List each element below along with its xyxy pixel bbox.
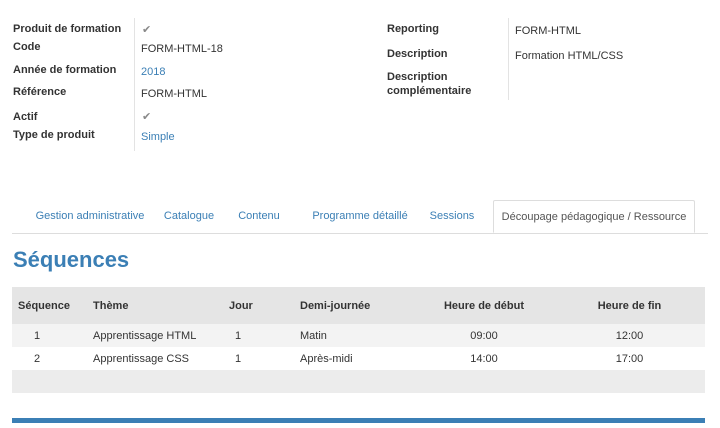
cell-heure-fin: 17:00 [554,347,705,370]
tab-gestion-administrative[interactable]: Gestion administrative [20,200,160,233]
description-label: Description [387,48,448,60]
tab-programme-detaille[interactable]: Programme détaillé [305,200,415,233]
cell-heure-debut: 09:00 [414,324,554,347]
bottom-accent-bar [12,418,705,423]
sequences-table: Séquence Thème Jour Demi-journée Heure d… [12,287,705,393]
col-header-sequence[interactable]: Séquence [12,287,87,324]
reference-label: Référence [13,86,67,98]
type-produit-label: Type de produit [13,129,95,141]
section-title: Séquences [13,247,130,272]
cell-theme: Apprentissage HTML [87,324,223,347]
table-row[interactable]: 2 Apprentissage CSS 1 Après-midi 14:00 1… [12,347,705,370]
actif-label: Actif [13,111,38,123]
cell-jour: 1 [223,347,294,370]
annee-formation-link[interactable]: 2018 [141,65,165,79]
col-header-heure-debut[interactable]: Heure de début [414,287,554,324]
cell-sequence: 2 [12,347,87,370]
col-header-jour[interactable]: Jour [223,287,294,324]
empty-cell [12,370,705,393]
reference-value: FORM-HTML [141,88,207,100]
code-label: Code [13,41,41,53]
produit-formation-label: Produit de formation [13,23,122,35]
cell-demi-journee: Matin [294,324,414,347]
tab-sessions[interactable]: Sessions [422,200,482,233]
cell-demi-journee: Après-midi [294,347,414,370]
cell-sequence: 1 [12,324,87,347]
cell-heure-debut: 14:00 [414,347,554,370]
type-produit-link[interactable]: Simple [141,130,175,144]
table-empty-row [12,370,705,393]
description-complementaire-label-line2: complémentaire [387,85,472,97]
table-row[interactable]: 1 Apprentissage HTML 1 Matin 09:00 12:00 [12,324,705,347]
tab-decoupage-pedagogique[interactable]: Découpage pédagogique / Ressource [493,200,695,233]
produit-formation-check-icon: ✔ [142,24,152,36]
col-header-heure-fin[interactable]: Heure de fin [554,287,705,324]
tab-contenu[interactable]: Contenu [231,200,287,233]
code-value: FORM-HTML-18 [141,43,223,55]
tab-bar: Gestion administrative Catalogue Contenu… [12,200,708,234]
cell-theme: Apprentissage CSS [87,347,223,370]
reporting-value: FORM-HTML [515,25,581,37]
right-divider [508,18,509,100]
table-header-row: Séquence Thème Jour Demi-journée Heure d… [12,287,705,324]
col-header-theme[interactable]: Thème [87,287,223,324]
description-value: Formation HTML/CSS [515,50,624,62]
cell-heure-fin: 12:00 [554,324,705,347]
actif-check-icon: ✔ [142,111,152,123]
annee-formation-label: Année de formation [13,64,117,76]
reporting-label: Reporting [387,23,439,35]
tab-catalogue[interactable]: Catalogue [160,200,218,233]
description-complementaire-label: Description [387,71,448,83]
col-header-demi-journee[interactable]: Demi-journée [294,287,414,324]
left-divider [134,18,135,151]
cell-jour: 1 [223,324,294,347]
